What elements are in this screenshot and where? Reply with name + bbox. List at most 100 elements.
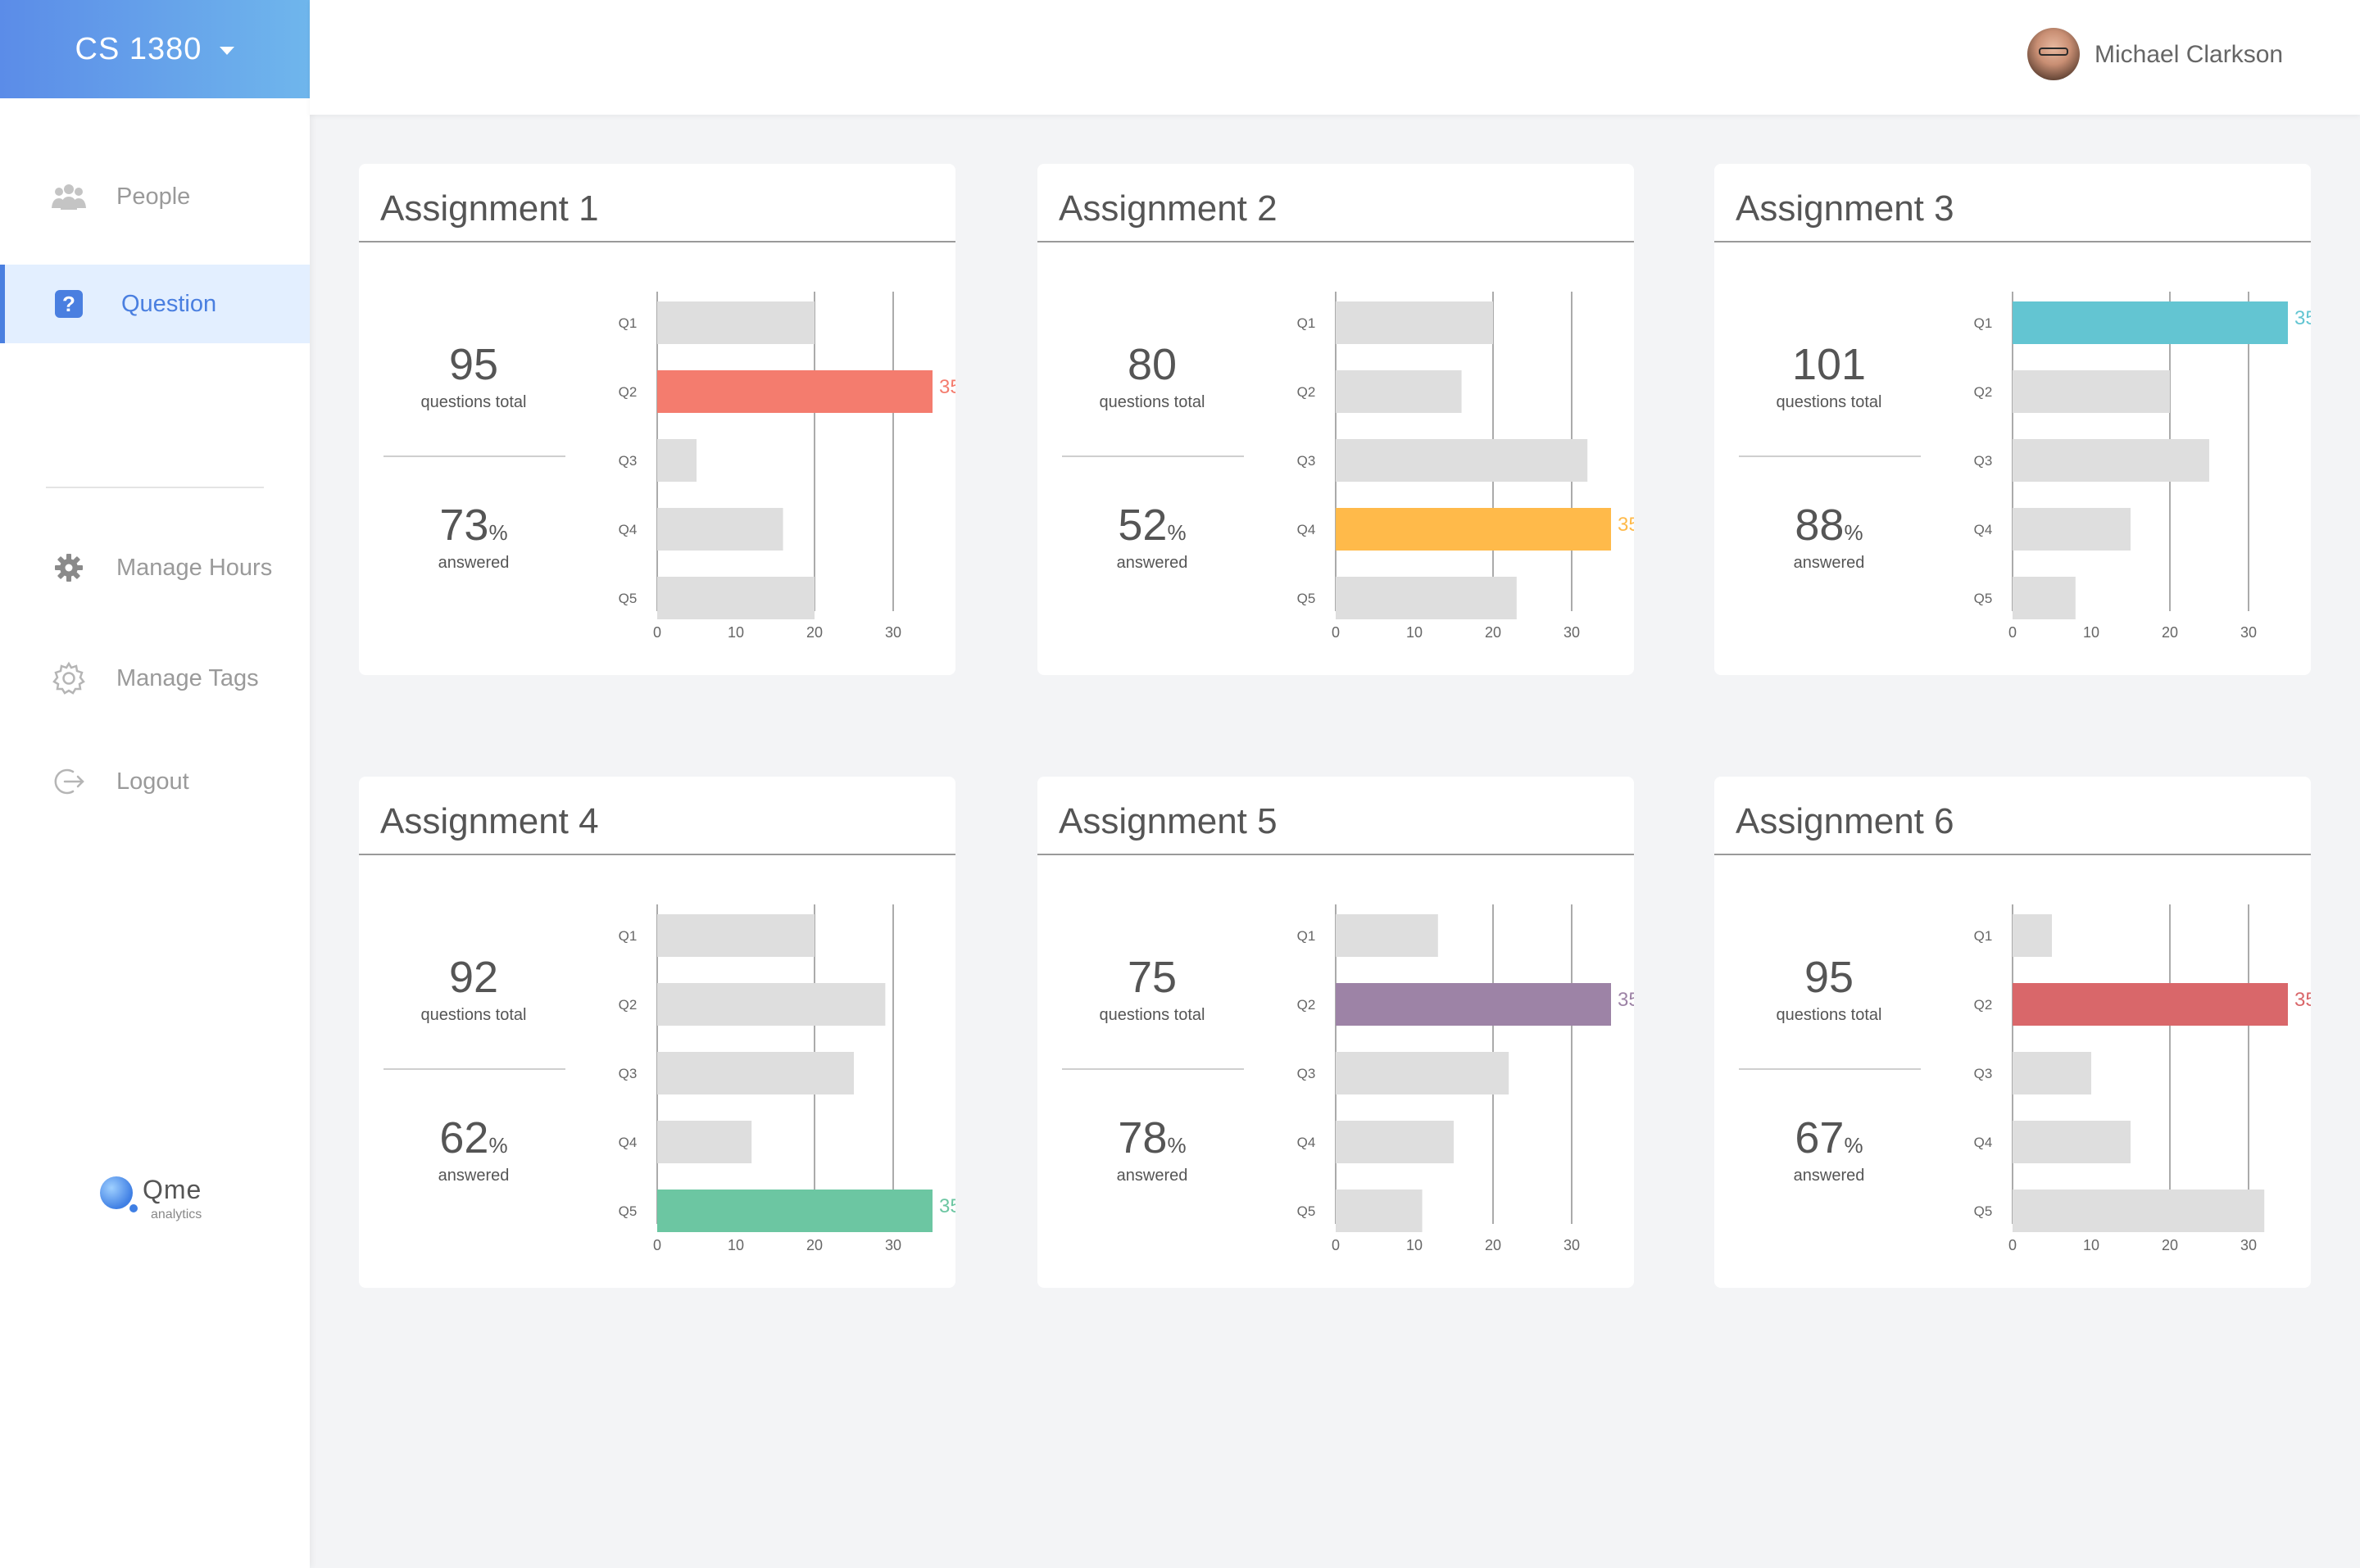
bar-highlight[interactable] [1336,508,1611,551]
bar[interactable] [1336,914,1438,957]
bar[interactable] [2013,1190,2265,1232]
bar[interactable] [657,508,783,551]
y-tick-label: Q1 [619,928,638,944]
bar-highlight[interactable] [657,1190,933,1232]
y-tick-label: Q3 [619,1066,638,1081]
answered-percent: 78% [1037,1113,1267,1163]
user-name[interactable]: Michael Clarkson [2094,41,2283,69]
questions-total-value: 80 [1127,340,1178,389]
answered-percent: 73% [359,500,588,551]
bar[interactable] [657,914,815,957]
bar[interactable] [1336,301,1493,344]
nav-item-logout[interactable]: Logout [0,742,310,821]
x-tick-label: 20 [2162,1237,2178,1253]
people-icon [51,179,87,215]
questions-total-value: 101 [1791,340,1867,389]
answered-label: answered [1116,554,1188,572]
answered-value: 62 [439,1113,489,1162]
y-tick-label: Q2 [1297,997,1316,1013]
course-selector[interactable]: CS 1380 [0,0,310,98]
bar[interactable] [657,577,815,619]
course-name: CS 1380 [75,31,202,66]
gear-icon [51,550,87,586]
questions-bar-chart: Q1 Q2 Q3 Q4 Q5 35 0 10 20 30 [580,891,955,1260]
nav-item-people[interactable]: People [0,157,310,236]
bar[interactable] [657,1121,752,1163]
x-tick-label: 30 [2240,624,2257,641]
bar[interactable] [1336,577,1517,619]
x-tick-label: 30 [2240,1237,2257,1253]
nav-item-manage-hours[interactable]: Manage Hours [0,528,310,607]
bar[interactable] [657,439,697,482]
card-title-divider [359,241,955,242]
assignment-card[interactable]: Assignment 3 101 questions total 88% ans… [1714,164,2311,675]
answered-value: 73 [439,501,489,550]
card-title: Assignment 5 [1059,801,1278,841]
questions-total-label: questions total [1099,1006,1205,1024]
bar-highlight[interactable] [1336,983,1611,1026]
assignment-card[interactable]: Assignment 4 92 questions total 62% answ… [359,777,955,1288]
y-tick-label: Q5 [1974,591,1993,606]
stat-divider [1739,1068,1921,1070]
x-tick-label: 10 [2083,1237,2099,1253]
card-title: Assignment 2 [1059,188,1278,229]
questions-total-label: questions total [420,1006,527,1024]
card-title-divider [1037,854,1634,855]
bar-highlight[interactable] [657,370,933,413]
y-tick-label: Q3 [1974,1066,1993,1081]
x-tick-label: 30 [1564,624,1580,641]
percent-sign: % [488,520,508,545]
questions-total-label: questions total [1099,393,1205,411]
bar-highlight[interactable] [2013,301,2288,344]
bar[interactable] [1336,439,1588,482]
answered-percent: 88% [1714,500,1944,551]
y-tick-label: Q1 [1297,928,1316,944]
y-tick-label: Q3 [1297,1066,1316,1081]
bar[interactable] [1336,1052,1509,1094]
x-tick-label: 10 [1406,1237,1423,1253]
stat-divider [384,455,565,457]
bar[interactable] [657,1052,854,1094]
assignment-card[interactable]: Assignment 1 95 questions total 73% answ… [359,164,955,675]
bar[interactable] [2013,1052,2091,1094]
percent-sign: % [488,1133,508,1158]
bar[interactable] [2013,439,2209,482]
x-tick-label: 30 [885,624,901,641]
y-tick-label: Q4 [1297,522,1316,537]
assignment-card[interactable]: Assignment 2 80 questions total 52% answ… [1037,164,1634,675]
bar[interactable] [657,983,886,1026]
card-title-divider [359,854,955,855]
x-tick-label: 10 [2083,624,2099,641]
y-tick-label: Q5 [619,591,638,606]
chart-svg: Q1 Q2 35 Q3 Q4 Q5 0 10 20 30 [619,292,955,641]
y-tick-label: Q1 [619,315,638,331]
bar[interactable] [2013,577,2076,619]
y-tick-label: Q4 [1974,522,1993,537]
avatar[interactable] [2027,28,2080,80]
chart-svg: Q1 Q2 35 Q3 Q4 Q5 0 10 20 30 [1297,904,1634,1253]
assignment-card[interactable]: Assignment 6 95 questions total 67% answ… [1714,777,2311,1288]
x-tick-label: 30 [1564,1237,1580,1253]
x-tick-label: 0 [1332,624,1340,641]
bar[interactable] [1336,370,1462,413]
questions-bar-chart: Q1 Q2 Q3 Q4 35 Q5 0 10 20 30 [1259,279,1634,647]
percent-sign: % [1167,1133,1187,1158]
bar[interactable] [2013,508,2131,551]
answered-label: answered [1116,1167,1188,1185]
nav-item-manage-tags[interactable]: Manage Tags [0,639,310,718]
nav-item-question[interactable]: ? Question [0,265,310,343]
logo-name: Qme [143,1175,202,1204]
bar[interactable] [1336,1121,1454,1163]
stat-divider [1062,1068,1244,1070]
bar[interactable] [2013,914,2052,957]
bar[interactable] [657,301,815,344]
data-label: 35 [2294,989,2311,1011]
assignment-card[interactable]: Assignment 5 75 questions total 78% answ… [1037,777,1634,1288]
answered-percent: 67% [1714,1113,1944,1163]
bar[interactable] [2013,1121,2131,1163]
nav-label-manage-tags: Manage Tags [116,664,259,691]
answered-value: 52 [1118,501,1168,550]
bar[interactable] [1336,1190,1423,1232]
bar-highlight[interactable] [2013,983,2288,1026]
bar[interactable] [2013,370,2170,413]
